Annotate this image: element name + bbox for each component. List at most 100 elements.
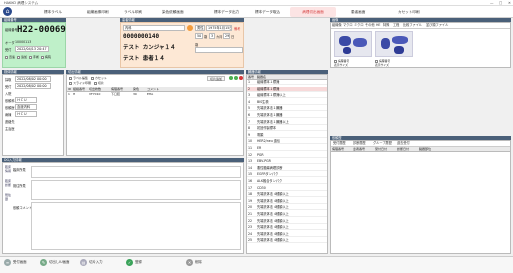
tab-order[interactable]: 並び順ファイル — [426, 23, 448, 28]
toolbar-cassette-print[interactable]: カセット印刷 — [396, 7, 422, 17]
flag-checkbox[interactable] — [28, 55, 32, 59]
organ-row[interactable]: 22 先端抗体法 4種類以上 — [247, 219, 327, 224]
flag-checkbox[interactable] — [40, 55, 44, 59]
organ-row[interactable]: 10 HER2/neu 遺伝 — [247, 139, 327, 145]
option-checkbox[interactable] — [93, 81, 97, 85]
past-findings-field[interactable] — [31, 180, 241, 200]
bottom-bar — [0, 256, 513, 273]
toolbar-specimen-label[interactable]: 標本ラベル — [42, 7, 64, 17]
organ-name: 電顕 — [257, 132, 264, 137]
request-doctor-field[interactable]: 血液内科 — [15, 104, 37, 110]
organ-row[interactable]: 6 先端抗体法１臓器 — [247, 113, 327, 118]
organ-row[interactable]: 9 電顕 — [247, 133, 327, 138]
tab-special[interactable]: 特殊 — [383, 23, 389, 28]
tab-macro[interactable]: マクロ — [343, 23, 353, 28]
tissue-image-1[interactable] — [334, 31, 372, 57]
flag-checkbox[interactable] — [5, 55, 8, 59]
organ-row[interactable]: 7 先端抗体法１臓器以上 — [247, 120, 327, 125]
organ-row[interactable]: 23 先端抗体法 4種類以上 — [247, 225, 327, 231]
accept-screen-button[interactable]: ≡ 受付画面 — [4, 256, 27, 268]
organ-row[interactable]: 3 組織標本１標識以上 — [247, 93, 327, 99]
home-icon[interactable]: ⌂ — [3, 7, 12, 16]
toolbar-cutting-screen[interactable]: 病理切出画面 — [290, 7, 336, 17]
organ-row[interactable]: 2 組織標本１標識 — [247, 86, 327, 92]
organ-row[interactable]: 5 先端抗体法１臓器 — [247, 106, 327, 112]
cutting-screen-button[interactable]: ✎ 切出しIU画面 — [40, 256, 69, 268]
toolbar-print-image[interactable]: 組織画像印刷 — [85, 7, 111, 17]
organ-name: CD30 — [257, 185, 266, 190]
option-checkbox[interactable] — [69, 81, 72, 85]
add-slide-button[interactable]: 切片追加 — [207, 76, 226, 81]
organ-name: 先端抗体法 4種類以上 — [257, 205, 289, 210]
register-button[interactable]: ✓ 登録 — [126, 256, 142, 268]
gender-field[interactable]: 男性 — [195, 25, 205, 31]
side-tab-diagnosis[interactable]: 臨床診断 — [5, 179, 11, 187]
toolbar-label-print[interactable]: ラベル印刷 — [122, 7, 144, 17]
request-dept-field[interactable]: ＨＣＵ — [15, 97, 37, 103]
option-checkbox[interactable] — [69, 76, 72, 80]
organ-row[interactable]: 25 先端抗体法 4種類以上 — [247, 238, 327, 244]
tab-past-accept[interactable]: 過去受付 — [397, 141, 410, 146]
accept-date-field[interactable]: 2022/04/13 20:47 — [15, 46, 49, 52]
organ-row[interactable]: 19 先端抗体法 4種類以上 — [247, 199, 327, 204]
department-select[interactable]: 内科 — [123, 25, 185, 31]
side-tab-history[interactable]: 既往歴 — [5, 193, 11, 201]
organ-row[interactable]: 20 先端抗体法 4種類以上 — [247, 205, 327, 211]
tab-group-history[interactable]: グループ履歴 — [373, 141, 392, 146]
organ-number: 19 — [248, 198, 253, 203]
specimen-label-inpatient: 入院 — [5, 92, 12, 96]
organ-row[interactable]: 18 先端抗体法 4種類以上 — [247, 192, 327, 198]
toolbar-data-import[interactable]: 標本データ取込 — [253, 7, 282, 17]
collect-date-field[interactable]: 2022/08/02 00:00 — [15, 76, 51, 82]
remark-label: 備考 — [234, 27, 241, 31]
age-field[interactable]: 50 — [195, 33, 203, 39]
tab-accept-history[interactable]: 受付履歴 — [333, 141, 346, 146]
organ-row[interactable]: 13 EBV-PGR — [247, 159, 327, 165]
request-comment-label: 依頼コメント — [13, 206, 33, 210]
remove-icon[interactable] — [239, 76, 243, 80]
request-comment-field[interactable] — [31, 202, 241, 250]
days-field[interactable]: 29 — [223, 33, 230, 39]
slide-row[interactable]: 1 H VF7010 下口腔 30 EHA — [67, 92, 243, 97]
remark-field[interactable] — [195, 47, 243, 53]
organ-row[interactable]: 21 先端抗体法 4種類以上 — [247, 212, 327, 217]
accept-date-field[interactable]: 2022/08/02 00:00 — [15, 83, 51, 89]
tab-compare[interactable]: 比較ファイル — [403, 23, 422, 28]
add-icon[interactable] — [229, 76, 233, 80]
toolbar: ⌂ 標本ラベル 組織画像印刷 ラベル印刷 染色依頼画面 標本データ出力 標本デー… — [0, 6, 513, 18]
birthdate-field[interactable]: 1975年1月15日 — [206, 25, 232, 31]
organ-row[interactable]: 8 初回作製標本 — [247, 126, 327, 132]
tab-micro[interactable]: ミクロ — [354, 23, 364, 28]
organ-name: 先端抗体法 4種類以上 — [257, 192, 289, 197]
flag-checkbox[interactable] — [16, 55, 20, 59]
organ-row[interactable]: 15 EGFRタンパク — [247, 172, 327, 178]
organ-row[interactable]: 14 悪性腫瘍病理診断 — [247, 166, 327, 171]
tab-tissue[interactable]: 組織像 — [332, 23, 342, 28]
toolbar-patient-screen[interactable]: 患者画面 — [349, 7, 367, 17]
delete-button[interactable]: ✕ 削除 — [186, 256, 202, 268]
copy-icon[interactable] — [234, 76, 238, 80]
tab-other[interactable]: その他 — [365, 23, 375, 28]
tab-he[interactable]: HE — [376, 23, 380, 28]
organ-row[interactable]: 4 BIS生検 — [247, 100, 327, 105]
tab-diagnosis-history[interactable]: 診断履歴 — [353, 141, 366, 146]
toolbar-data-export[interactable]: 標本データ出力 — [212, 7, 241, 17]
months-field[interactable]: 3 — [209, 33, 215, 39]
clinical-findings-field[interactable] — [31, 166, 241, 178]
organ-row[interactable]: 1 組織標本１標識 — [247, 80, 327, 85]
organ-row[interactable]: 16 ALK融合タンパク — [247, 179, 327, 184]
organ-row[interactable]: 17 CD30 — [247, 186, 327, 191]
slide-input-button[interactable]: ▤ 切片入力 — [80, 256, 103, 268]
cutting-icon: ✎ — [40, 258, 47, 266]
organ-number: 11 — [248, 146, 253, 150]
tissue-image-2[interactable] — [375, 31, 413, 57]
side-tab-clinical[interactable]: 臨床情報 — [5, 165, 11, 173]
toolbar-stain-request[interactable]: 染色依頼画面 — [160, 7, 186, 17]
organ-row[interactable]: 11 ER — [247, 146, 327, 151]
organ-row[interactable]: 12 PGR — [247, 153, 327, 158]
tab-process[interactable]: 工程 — [393, 23, 399, 28]
organ-row[interactable]: 24 先端抗体法 4種類以上 — [247, 232, 327, 237]
ward-field[interactable]: ＨＣＵ — [15, 111, 37, 117]
option-checkbox[interactable] — [90, 76, 94, 80]
organ-name: 先端抗体法 4種類以上 — [257, 198, 289, 203]
